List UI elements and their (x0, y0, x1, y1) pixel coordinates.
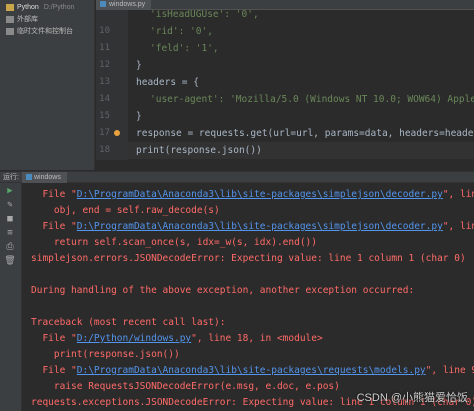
delete-icon[interactable]: 🗑 (4, 255, 16, 267)
layout-icon[interactable]: ≡ (4, 227, 16, 239)
run-side-toolbar: ▶ ✎ ■ ≡ ⎙ 🗑 (0, 183, 22, 411)
run-tool-bar: 运行: windows (0, 171, 474, 183)
stop-icon[interactable]: ■ (4, 213, 16, 225)
console-text: File " (31, 333, 77, 344)
editor-gutter: 10 11 12 13 14 15 17 18 (96, 10, 128, 160)
line-number: 17 (99, 128, 110, 138)
console-text: File " (31, 365, 77, 376)
console-line: File "D:\ProgramData\Anaconda3\lib\site-… (31, 363, 474, 379)
line-number: 18 (99, 145, 110, 155)
console-text: obj, end = self.raw_decode(s) (31, 205, 220, 216)
line-number: 15 (99, 111, 110, 121)
console-output[interactable]: File "D:\ProgramData\Anaconda3\lib\site-… (23, 183, 474, 411)
rerun-icon[interactable]: ▶ (4, 185, 16, 197)
console-line: return self.scan_once(s, idx=_w(s, idx).… (31, 235, 317, 251)
line-number: 11 (99, 43, 110, 53)
console-line: Traceback (most recent call last): (31, 315, 225, 331)
line-number: 14 (99, 94, 110, 104)
code-line: print(response.json()) (136, 145, 262, 156)
console-text: raise RequestsJSONDecodeError(e.msg, e.d… (31, 381, 340, 392)
run-tab-label: windows (34, 174, 61, 181)
code-line: 'feld': '1', (150, 43, 219, 54)
python-file-icon (26, 174, 32, 180)
scratches-item[interactable]: 临时文件和控制台 (6, 26, 73, 38)
lightbulb-icon[interactable] (114, 130, 120, 136)
code-line: 'isHeadUGUse': '0', (150, 10, 259, 20)
file-link[interactable]: D:\ProgramData\Anaconda3\lib\site-packag… (77, 221, 443, 232)
wrench-icon[interactable]: ✎ (4, 199, 16, 211)
folder-icon (6, 3, 14, 11)
console-line: File "D:\ProgramData\Anaconda3\lib\site-… (31, 187, 474, 203)
console-text: ", line 975, (425, 365, 474, 376)
console-text: return self.scan_once(s, idx=_w(s, idx).… (31, 237, 317, 248)
console-text: print(response.json()) (31, 349, 180, 360)
scratches-icon (6, 27, 14, 35)
file-link[interactable]: D:/Python/windows.py (77, 333, 191, 344)
console-line: simplejson.errors.JSONDecodeError: Expec… (31, 251, 466, 267)
console-text: During handling of the above exception, … (31, 285, 415, 296)
code-line: 'user-agent': 'Mozilla/5.0 (Windows NT 1… (150, 94, 474, 105)
console-text: Traceback (most recent call last): (31, 317, 226, 328)
tab-label: windows.py (109, 1, 146, 8)
console-text: ", line 40 (442, 221, 474, 232)
console-text: ", line 37 (442, 189, 474, 200)
run-label: 运行: (3, 174, 19, 181)
scratches-label: 临时文件和控制台 (17, 28, 73, 35)
project-root-item[interactable]: Python D:/Python (6, 2, 75, 14)
line-number: 10 (99, 26, 110, 36)
console-line: During handling of the above exception, … (31, 283, 414, 299)
code-line: } (136, 60, 142, 71)
console-text: ", line 18, in <module> (191, 333, 323, 344)
console-line: File "D:\ProgramData\Anaconda3\lib\site-… (31, 219, 474, 235)
project-root-label: Python (17, 4, 39, 11)
library-icon (6, 15, 14, 23)
console-text: File " (31, 221, 77, 232)
run-tab-windows[interactable]: windows (22, 172, 67, 183)
console-line: raise RequestsJSONDecodeError(e.msg, e.d… (31, 379, 340, 395)
console-text: simplejson.errors.JSONDecodeError: Expec… (31, 253, 466, 264)
line-number: 12 (99, 60, 110, 70)
print-icon[interactable]: ⎙ (4, 241, 16, 253)
code-editor[interactable]: 'isHeadUGUse': '0', 'rid': '0', 'feld': … (128, 10, 474, 160)
line-number: 13 (99, 77, 110, 87)
watermark: CSDN @小熊猫爱恰饭 (356, 392, 468, 404)
console-line: obj, end = self.raw_decode(s) (31, 203, 220, 219)
console-line: File "D:/Python/windows.py", line 18, in… (31, 331, 323, 347)
file-link[interactable]: D:\ProgramData\Anaconda3\lib\site-packag… (77, 365, 426, 376)
project-root-path: D:/Python (43, 4, 75, 11)
code-line: response = requests.get(url=url, params=… (136, 128, 474, 139)
file-link[interactable]: D:\ProgramData\Anaconda3\lib\site-packag… (77, 189, 443, 200)
python-file-icon (100, 1, 106, 7)
console-text: File " (31, 189, 77, 200)
code-line: headers = { (136, 77, 199, 88)
code-line: 'rid': '0', (150, 26, 213, 37)
external-libraries-label: 外部库 (17, 16, 38, 23)
project-panel: Python D:/Python 外部库 临时文件和控制台 (0, 0, 95, 170)
external-libraries-item[interactable]: 外部库 (6, 14, 38, 26)
code-line: } (136, 111, 142, 122)
console-line: print(response.json()) (31, 347, 180, 363)
editor-tab-bar: windows.py (96, 0, 474, 10)
tab-windows-py[interactable]: windows.py (96, 0, 152, 10)
